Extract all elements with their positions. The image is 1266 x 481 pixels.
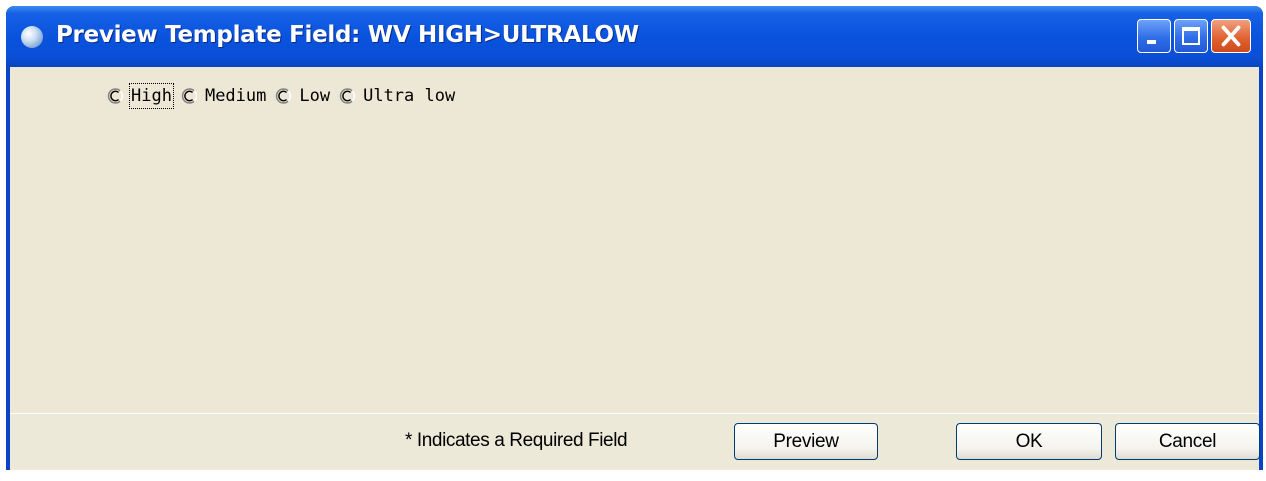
radio-unchecked-icon[interactable] xyxy=(106,87,124,105)
preview-button[interactable]: Preview xyxy=(734,423,878,460)
dialog-footer: * Indicates a Required Field Preview OK … xyxy=(10,413,1260,470)
dialog-window: Preview Template Field: WV HIGH>ULTRALOW… xyxy=(6,6,1263,470)
radio-label-low[interactable]: Low xyxy=(299,85,330,107)
radio-unchecked-icon[interactable] xyxy=(180,87,198,105)
globe-icon xyxy=(21,26,43,48)
close-button[interactable] xyxy=(1211,19,1251,53)
radio-label-ultra-low[interactable]: Ultra low xyxy=(363,85,455,107)
ok-button[interactable]: OK xyxy=(956,423,1102,460)
maximize-button[interactable] xyxy=(1174,19,1208,53)
radio-option-high[interactable]: High xyxy=(106,83,180,109)
radio-label-medium[interactable]: Medium xyxy=(205,85,266,107)
maximize-icon xyxy=(1182,27,1200,45)
close-icon xyxy=(1221,25,1241,47)
radio-unchecked-icon[interactable] xyxy=(274,87,292,105)
minimize-button[interactable] xyxy=(1137,19,1171,53)
minimize-icon xyxy=(1147,40,1156,44)
radio-unchecked-icon[interactable] xyxy=(338,87,356,105)
radio-option-ultra-low[interactable]: Ultra low xyxy=(338,85,463,107)
radio-option-medium[interactable]: Medium xyxy=(180,85,274,107)
radio-option-low[interactable]: Low xyxy=(274,85,338,107)
radio-label-high[interactable]: High xyxy=(129,83,174,109)
window-title: Preview Template Field: WV HIGH>ULTRALOW xyxy=(56,22,639,48)
form-area: High Medium Low Ultra low xyxy=(10,67,1259,413)
radio-group: High Medium Low Ultra low xyxy=(106,83,463,109)
cancel-button[interactable]: Cancel xyxy=(1115,423,1260,460)
required-field-note: * Indicates a Required Field xyxy=(405,430,628,451)
title-bar[interactable]: Preview Template Field: WV HIGH>ULTRALOW xyxy=(6,6,1263,67)
